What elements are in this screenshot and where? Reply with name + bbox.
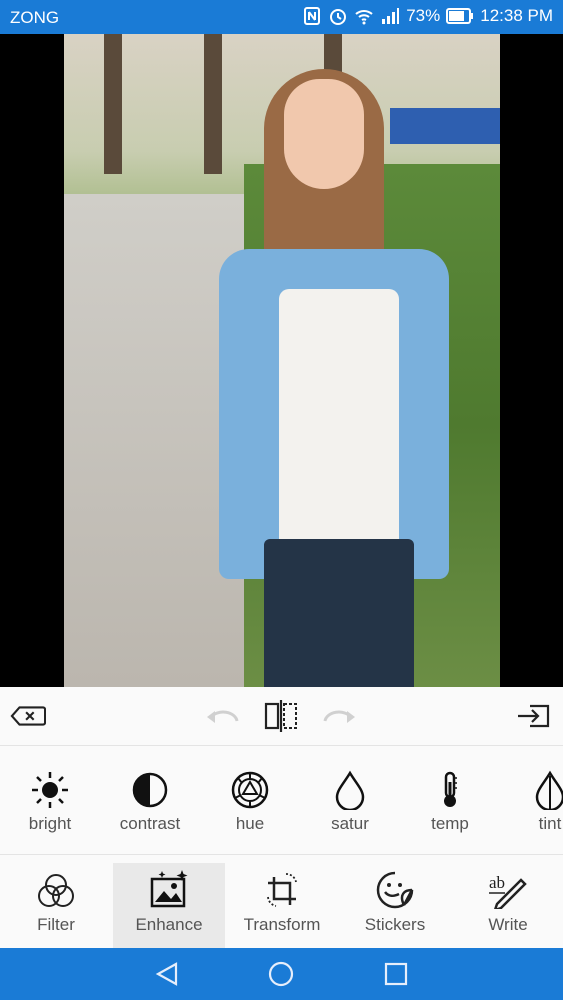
- tab-label: Stickers: [364, 915, 426, 934]
- thermometer-icon: [444, 771, 457, 807]
- person-face: [284, 79, 364, 189]
- tab-enhance[interactable]: Enhance: [113, 863, 225, 948]
- sticker-face-icon: [376, 871, 414, 909]
- tool-label: tint: [538, 814, 562, 833]
- undo-icon[interactable]: [205, 699, 241, 733]
- tab-stickers[interactable]: Stickers: [339, 863, 451, 948]
- status-icons: 73% 12:38 PM: [302, 6, 553, 26]
- tool-label: hue: [235, 814, 265, 833]
- tab-label: Enhance: [135, 915, 203, 934]
- carrier-label: ZONG: [10, 8, 60, 27]
- nfc-icon: [304, 7, 321, 25]
- compare-split-icon[interactable]: [263, 699, 299, 733]
- tool-contrast[interactable]: contrast: [100, 770, 200, 834]
- tab-label: Transform: [243, 915, 321, 934]
- editor-tabs: Filter Enhance Transform Stickers ab Wri…: [0, 855, 563, 948]
- nav-home-icon[interactable]: [266, 960, 296, 988]
- export-icon[interactable]: [516, 699, 552, 733]
- nav-back-icon[interactable]: [152, 960, 182, 988]
- tool-label: contrast: [119, 814, 181, 833]
- clock: 12:38 PM: [480, 6, 553, 25]
- alarm-icon: [330, 9, 347, 25]
- crop-rotate-icon: [267, 873, 297, 907]
- filter-circles-icon: [38, 874, 74, 907]
- brightness-icon: [32, 772, 68, 808]
- adjust-tools-row: bright contrast hue satur temp tint: [0, 746, 563, 855]
- tool-satur[interactable]: satur: [300, 770, 400, 834]
- photo-person: [174, 59, 474, 687]
- tab-write[interactable]: ab Write: [452, 863, 563, 948]
- redo-icon[interactable]: [321, 699, 357, 733]
- tab-filter[interactable]: Filter: [0, 863, 112, 948]
- edited-photo: [64, 34, 500, 687]
- photo-tree: [104, 34, 122, 174]
- hue-icon: [231, 771, 269, 809]
- enhance-image-icon: [150, 870, 188, 908]
- text-pen-icon: ab: [489, 873, 527, 909]
- tool-tint[interactable]: tint: [500, 770, 563, 834]
- nav-recents-icon[interactable]: [381, 960, 411, 988]
- battery-icon: [446, 8, 474, 24]
- tint-drop-icon: [535, 770, 563, 810]
- contrast-icon: [132, 772, 168, 808]
- signal-icon: [382, 8, 400, 24]
- battery-percent: 73%: [406, 6, 441, 25]
- tab-transform[interactable]: Transform: [226, 863, 338, 948]
- tool-temp[interactable]: temp: [400, 770, 500, 834]
- tool-label: temp: [431, 814, 469, 833]
- action-toolbar: [0, 687, 563, 746]
- system-nav-bar: [0, 948, 563, 1000]
- svg-text:ab: ab: [489, 873, 505, 892]
- wifi-icon: [355, 10, 373, 25]
- photo-canvas[interactable]: [0, 34, 563, 687]
- person-jeans: [264, 539, 414, 687]
- saturation-drop-icon: [335, 770, 365, 810]
- tool-label: bright: [28, 814, 72, 833]
- tool-label: satur: [331, 814, 369, 833]
- person-top: [279, 289, 399, 549]
- tab-label: Filter: [37, 915, 75, 934]
- tool-hue[interactable]: hue: [200, 770, 300, 834]
- tool-bright[interactable]: bright: [0, 770, 100, 834]
- tab-label: Write: [488, 915, 528, 934]
- status-bar: ZONG 73% 12:38 PM: [0, 0, 563, 34]
- backspace-icon[interactable]: [10, 699, 46, 733]
